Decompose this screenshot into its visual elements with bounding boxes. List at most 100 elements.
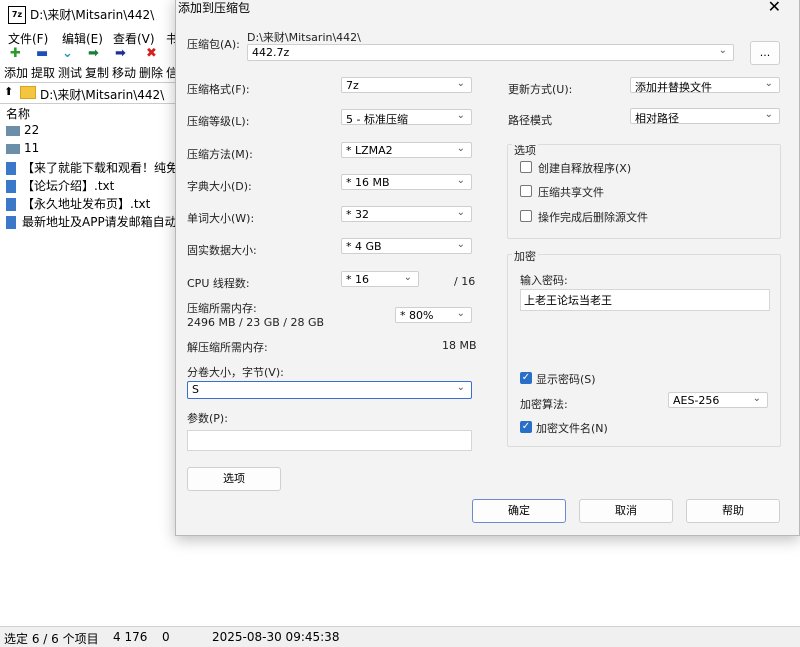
threads-label: CPU 线程数:: [187, 277, 250, 290]
archive-name-combo[interactable]: 442.7z ⌄: [247, 44, 734, 61]
threads-select[interactable]: * 16 ⌄: [341, 271, 419, 287]
cancel-button[interactable]: 取消: [579, 499, 673, 523]
list-item[interactable]: 最新地址及APP请发邮箱自动: [6, 213, 177, 231]
up-arrow-icon[interactable]: ⬆: [4, 85, 13, 98]
address-path: D:\来财\Mitsarin\442\: [40, 88, 165, 102]
enc-method-label: 加密算法:: [520, 398, 568, 411]
shared-checkbox[interactable]: [520, 185, 532, 197]
split-input[interactable]: S ⌄: [187, 381, 472, 399]
move-icon[interactable]: ➡: [115, 46, 126, 61]
level-select[interactable]: 5 - 标准压缩 ⌄: [341, 109, 472, 126]
status-date: 2025-08-30 09:45:38: [212, 630, 340, 644]
encryption-group: 加密 输入密码: 上老王论坛当老王 ✓ 显示密码(S) 加密算法: AES-25…: [507, 248, 781, 447]
toolbar-delete[interactable]: 删除: [139, 64, 163, 81]
encrypt-names-checkbox[interactable]: ✓: [520, 421, 532, 433]
chevron-down-icon: ⌄: [764, 78, 773, 89]
word-select[interactable]: * 32 ⌄: [341, 206, 472, 222]
format-select[interactable]: 7z ⌄: [341, 77, 472, 93]
status-size: 4 176: [113, 630, 148, 644]
sfx-checkbox[interactable]: [520, 161, 532, 173]
dict-select[interactable]: * 16 MB ⌄: [341, 174, 472, 190]
chevron-down-icon: ⌄: [456, 78, 465, 89]
encrypt-names-label[interactable]: 加密文件名(N): [536, 420, 608, 436]
chevron-down-icon: ⌄: [456, 207, 465, 218]
status-bar: 选定 6 / 6 个项目 4 176 0 2025-08-30 09:45:38: [0, 626, 800, 647]
file-list: 名称 22 11 【来了就能下载和观看！纯免 【论坛介绍】.txt 【永久地址发…: [0, 103, 178, 623]
copy-icon[interactable]: ➡: [88, 46, 99, 61]
text-file-icon: [6, 198, 16, 211]
params-input[interactable]: [187, 430, 472, 451]
show-password-label[interactable]: 显示密码(S): [536, 371, 596, 387]
chevron-down-icon: ⌄: [456, 175, 465, 186]
enc-method-select[interactable]: AES-256 ⌄: [668, 392, 768, 408]
dialog-title: 添加到压缩包: [178, 1, 251, 15]
toolbar-move[interactable]: 移动: [112, 64, 136, 81]
list-item[interactable]: 【来了就能下载和观看！纯免: [6, 159, 178, 177]
password-label: 输入密码:: [520, 274, 568, 287]
word-label: 单词大小(W):: [187, 212, 255, 225]
sfx-label[interactable]: 创建自释放程序(X): [538, 160, 631, 176]
list-item[interactable]: 11: [6, 141, 39, 159]
archive-path: D:\来财\Mitsarin\442\: [247, 31, 361, 44]
delete-icon[interactable]: ✖: [146, 46, 157, 61]
fm-toolbar-labels: 添加 提取 测试 复制 移动 删除 信: [0, 62, 178, 81]
threads-total: / 16: [454, 275, 476, 288]
fm-menubar: 文件(F) 编辑(E) 查看(V) 书: [0, 28, 178, 47]
list-item[interactable]: 22: [6, 123, 39, 141]
list-item[interactable]: 【永久地址发布页】.txt: [6, 195, 150, 213]
column-header-name[interactable]: 名称: [6, 105, 30, 122]
address-bar[interactable]: ⬆ D:\来财\Mitsarin\442\: [0, 82, 175, 104]
dict-label: 字典大小(D):: [187, 180, 252, 193]
folder-icon: [6, 143, 20, 154]
text-file-icon: [6, 162, 16, 175]
fm-window-title: D:\来财\Mitsarin\442\: [30, 8, 155, 22]
chevron-down-icon: ⌄: [456, 308, 465, 319]
text-file-icon: [6, 216, 16, 229]
ok-button[interactable]: 确定: [472, 499, 566, 523]
extract-icon[interactable]: ▬: [36, 46, 48, 61]
shared-label[interactable]: 压缩共享文件: [538, 184, 604, 200]
add-icon[interactable]: ✚: [10, 46, 21, 61]
method-select[interactable]: * LZMA2 ⌄: [341, 142, 472, 158]
path-mode-select[interactable]: 相对路径 ⌄: [630, 108, 780, 125]
test-icon[interactable]: ⌄: [62, 46, 73, 61]
password-input[interactable]: 上老王论坛当老王: [520, 289, 770, 311]
archive-label: 压缩包(A):: [187, 38, 240, 51]
encryption-group-title: 加密: [512, 248, 538, 264]
mem-percent-select[interactable]: * 80% ⌄: [395, 307, 472, 323]
chevron-down-icon: ⌄: [403, 272, 412, 283]
delete-after-checkbox[interactable]: [520, 210, 532, 222]
chevron-down-icon: ⌄: [456, 143, 465, 154]
update-label: 更新方式(U):: [508, 83, 573, 96]
mem-label: 压缩所需内存:: [187, 302, 257, 315]
toolbar-test[interactable]: 测试: [58, 64, 82, 81]
delete-after-label[interactable]: 操作完成后删除源文件: [538, 209, 648, 225]
decomp-value: 18 MB: [442, 339, 477, 352]
show-password-checkbox[interactable]: ✓: [520, 372, 532, 384]
solid-select[interactable]: * 4 GB ⌄: [341, 238, 472, 254]
menu-file[interactable]: 文件(F): [8, 30, 48, 47]
chevron-down-icon: ⌄: [752, 393, 761, 404]
chevron-down-icon: ⌄: [456, 110, 465, 121]
text-file-icon: [6, 180, 16, 193]
menu-view[interactable]: 查看(V): [113, 30, 155, 47]
browse-button[interactable]: ...: [750, 41, 780, 65]
dialog-titlebar: 添加到压缩包 ✕: [176, 0, 799, 16]
toolbar-add[interactable]: 添加: [4, 64, 28, 81]
mem-value: 2496 MB / 23 GB / 28 GB: [187, 316, 325, 329]
close-icon[interactable]: ✕: [768, 0, 781, 16]
status-count: 0: [162, 630, 170, 644]
help-button[interactable]: 帮助: [686, 499, 780, 523]
toolbar-extract[interactable]: 提取: [31, 64, 55, 81]
status-selection: 选定 6 / 6 个项目: [4, 632, 99, 646]
toolbar-copy[interactable]: 复制: [85, 64, 109, 81]
path-mode-label: 路径模式: [508, 114, 552, 127]
update-select[interactable]: 添加并替换文件 ⌄: [630, 77, 780, 94]
list-item[interactable]: 【论坛介绍】.txt: [6, 177, 114, 195]
options-button[interactable]: 选项: [187, 467, 281, 491]
menu-edit[interactable]: 编辑(E): [62, 30, 103, 47]
split-label: 分卷大小，字节(V):: [187, 366, 284, 379]
decomp-label: 解压缩所需内存:: [187, 341, 268, 354]
chevron-down-icon: ⌄: [456, 239, 465, 250]
options-group-title: 选项: [512, 142, 538, 158]
